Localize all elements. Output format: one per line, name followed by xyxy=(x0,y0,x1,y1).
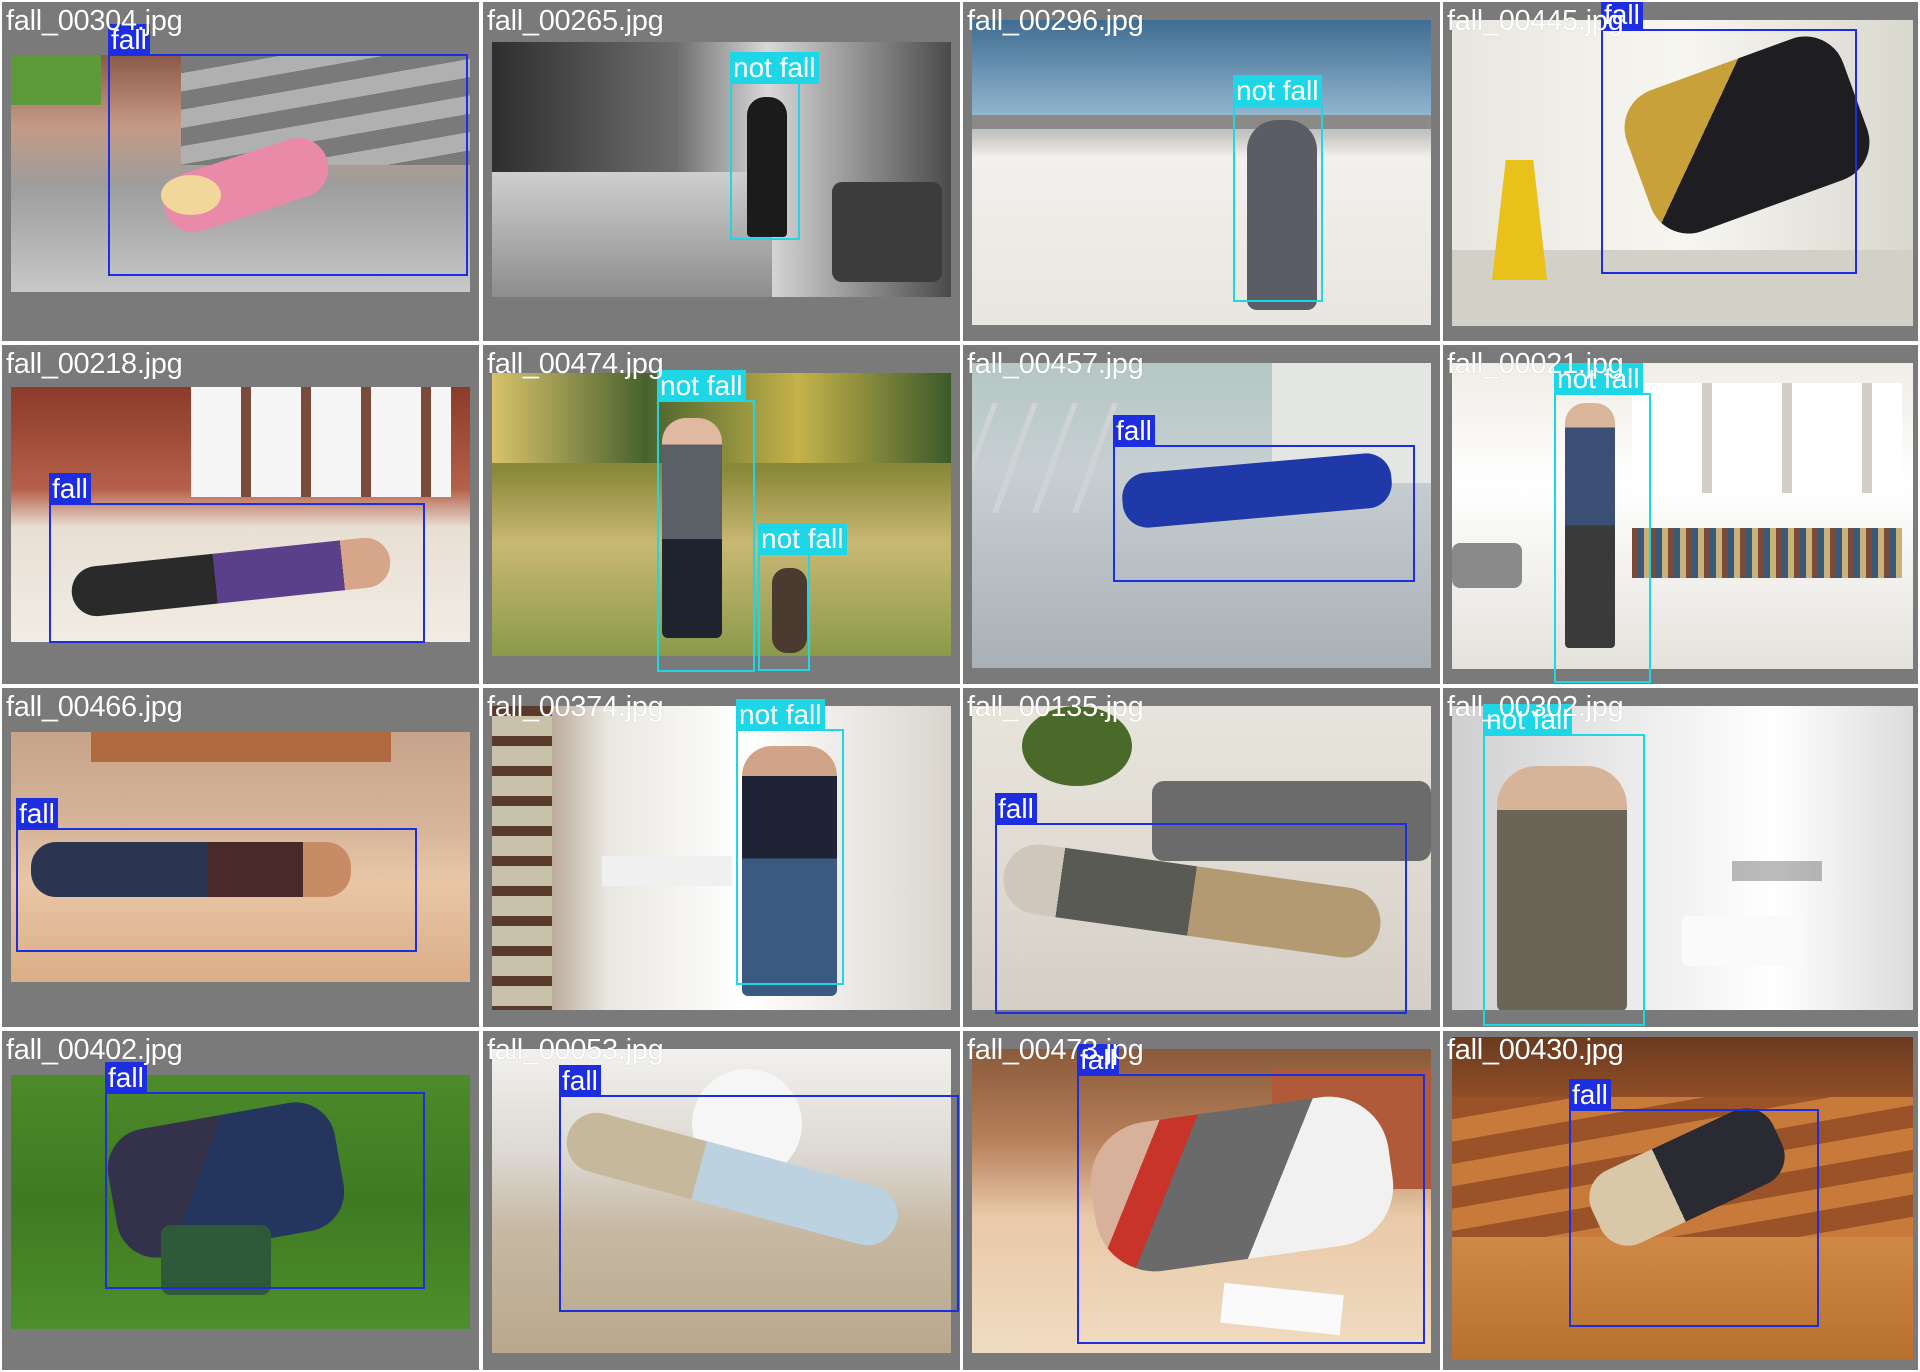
tile-filename: fall_00021.jpg xyxy=(1447,348,1624,380)
detection-label: fall xyxy=(995,793,1037,825)
tile-filename: fall_00466.jpg xyxy=(6,691,183,723)
detection-label: fall xyxy=(16,798,58,830)
tile-filename: fall_00457.jpg xyxy=(967,348,1144,380)
detection-label: not fall xyxy=(657,370,746,402)
grass-patch xyxy=(11,55,101,105)
result-tile: fall_00304.jpg fall xyxy=(2,2,479,341)
table xyxy=(91,732,391,762)
fall-detection-box: fall xyxy=(105,1062,425,1289)
result-tile: fall_00374.jpg not fall xyxy=(483,688,960,1027)
fall-detection-box: fall xyxy=(1113,415,1415,582)
tile-filename: fall_00430.jpg xyxy=(1447,1034,1624,1066)
not-fall-detection-box: not fall xyxy=(758,523,847,671)
dining-table xyxy=(602,856,732,886)
tile-filename: fall_00135.jpg xyxy=(967,691,1144,723)
fall-detection-box: fall xyxy=(16,798,417,952)
fall-detection-box: fall xyxy=(49,473,425,643)
fall-detection-box: fall xyxy=(1601,2,1857,274)
detection-label: not fall xyxy=(1233,75,1322,107)
fall-detection-box: fall xyxy=(1077,1044,1425,1344)
not-fall-detection-box: not fall xyxy=(730,52,819,240)
tile-filename: fall_00445.jpg xyxy=(1447,5,1624,37)
sofa xyxy=(1452,543,1522,588)
result-tile: fall_00445.jpg fall xyxy=(1443,2,1918,341)
tile-filename: fall_00218.jpg xyxy=(6,348,183,380)
detection-results-grid: fall_00304.jpg fall fall_00265.jpg not fall… xyxy=(0,0,1920,1372)
mountains xyxy=(972,115,1431,129)
tile-filename: fall_00053.jpg xyxy=(487,1034,664,1066)
result-tile: fall_00265.jpgnot fall xyxy=(483,2,960,341)
armchair xyxy=(832,182,942,282)
result-tile: fall_00021.jpg not fall xyxy=(1443,345,1918,684)
not-fall-detection-box: not fall xyxy=(736,699,844,985)
detection-label: fall xyxy=(1569,1079,1611,1111)
windows xyxy=(191,387,451,497)
tile-photo xyxy=(1452,363,1913,669)
arched-windows xyxy=(1632,383,1902,493)
result-tile: fall_00457.jpgfall xyxy=(963,345,1440,684)
tile-photo xyxy=(972,20,1431,325)
result-tile: fall_00135.jpgfall xyxy=(963,688,1440,1027)
result-tile: fall_00053.jpg fall xyxy=(483,1031,960,1370)
not-fall-detection-box: not fall xyxy=(1483,704,1645,1026)
detection-label: not fall xyxy=(736,699,825,731)
bookshelf-left xyxy=(492,706,552,1010)
not-fall-detection-box: not fall xyxy=(1233,75,1323,302)
detection-label: not fall xyxy=(730,52,819,84)
tile-filename: fall_00296.jpg xyxy=(967,5,1144,37)
detection-label: fall xyxy=(49,473,91,505)
tile-photo xyxy=(492,42,951,297)
watermark xyxy=(1732,861,1822,881)
not-fall-detection-box: not fall xyxy=(657,370,755,672)
tile-photo xyxy=(492,706,951,1010)
detection-label: fall xyxy=(1113,415,1155,447)
result-tile: fall_00296.jpgnot fall xyxy=(963,2,1440,341)
detection-label: not fall xyxy=(758,523,847,555)
caution-sign xyxy=(1492,160,1547,280)
tile-filename: fall_00304.jpg xyxy=(6,5,183,37)
result-tile: fall_00473.jpg fall xyxy=(963,1031,1440,1370)
result-tile: fall_00402.jpg fall xyxy=(2,1031,479,1370)
not-fall-detection-box: not fall xyxy=(1554,363,1651,683)
sink xyxy=(1682,916,1802,966)
fall-detection-box: fall xyxy=(108,24,468,276)
fall-detection-box: fall xyxy=(559,1065,959,1312)
tile-filename: fall_00473.jpg xyxy=(967,1034,1144,1066)
result-tile: fall_00430.jpgfall xyxy=(1443,1031,1918,1370)
fall-detection-box: fall xyxy=(1569,1079,1819,1327)
result-tile: fall_00218.jpgfall xyxy=(2,345,479,684)
tile-filename: fall_00265.jpg xyxy=(487,5,664,37)
tile-filename: fall_00302.jpg xyxy=(1447,691,1624,723)
result-tile: fall_00474.jpg not fall not fall xyxy=(483,345,960,684)
fall-detection-box: fall xyxy=(995,793,1407,1014)
tile-filename: fall_00402.jpg xyxy=(6,1034,183,1066)
bookshelf xyxy=(1632,528,1902,578)
result-tile: fall_00302.jpg not fall xyxy=(1443,688,1918,1027)
tile-filename: fall_00374.jpg xyxy=(487,691,664,723)
detection-label: fall xyxy=(559,1065,601,1097)
result-tile: fall_00466.jpgfall xyxy=(2,688,479,1027)
tile-filename: fall_00474.jpg xyxy=(487,348,664,380)
